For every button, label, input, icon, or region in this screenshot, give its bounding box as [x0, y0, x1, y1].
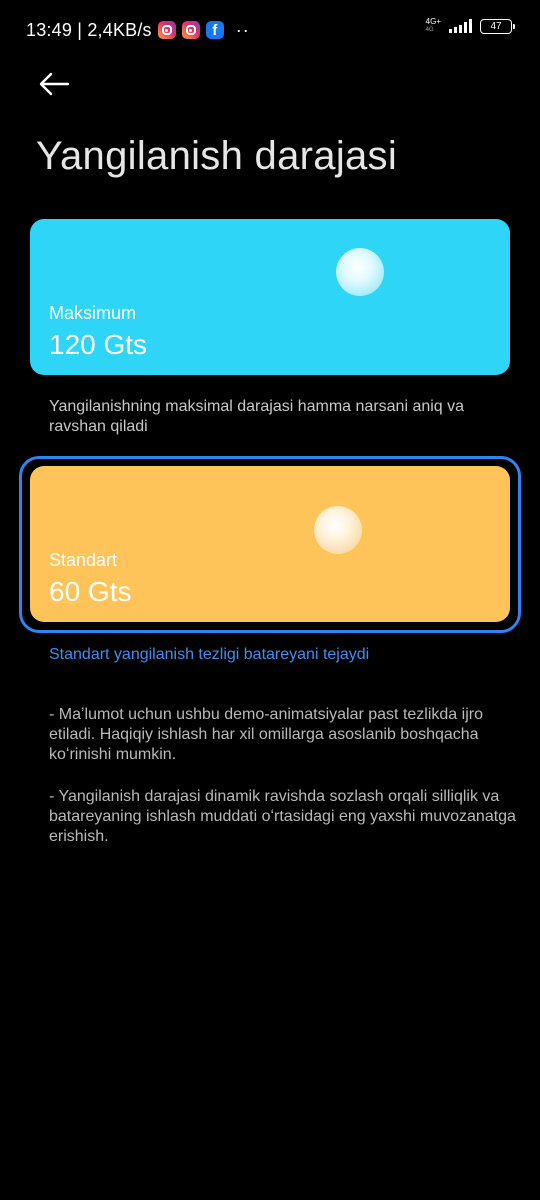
screen: 13:49 | 2,4KB/s f ·· 4G+ 4G 47 Yangilani…: [0, 0, 540, 1200]
demo-animation-ball: [314, 506, 362, 554]
refresh-rate-option-standard[interactable]: Standart 60 Gts: [30, 466, 510, 622]
signal-icon: [449, 19, 472, 33]
info-note: - Maʼlumot uchun ushbu demo-animatsiyala…: [49, 706, 483, 763]
option-label: Standart: [49, 550, 118, 570]
option-label: Maksimum: [49, 303, 137, 323]
battery-icon: 47: [480, 18, 515, 34]
battery-level: 47: [490, 20, 502, 32]
facebook-icon: f: [205, 21, 224, 39]
status-time: 13:49 | 2,4KB/s: [26, 19, 152, 40]
instagram-icon: [157, 21, 176, 39]
notification-icons: f: [157, 21, 224, 39]
info-note: - Yangilanish darajasi dinamik ravishda …: [49, 788, 516, 845]
instagram-icon: [181, 21, 200, 39]
page-title: Yangilanish darajasi: [36, 134, 398, 178]
option-description-standard: Standart yangilanish tezligi batareyani …: [49, 646, 370, 663]
network-type-bottom: 4G: [425, 27, 434, 33]
refresh-rate-option-maximum[interactable]: Maksimum 120 Gts: [30, 219, 510, 375]
network-type-top: 4G+: [425, 17, 441, 26]
more-notifications-icon: ··: [235, 19, 250, 40]
option-value: 120 Gts: [49, 329, 148, 360]
status-right: 4G+ 4G 47: [426, 18, 515, 34]
network-type: 4G+ 4G: [426, 18, 441, 34]
option-value: 60 Gts: [49, 576, 132, 607]
status-bar: 13:49 | 2,4KB/s f ·· 4G+ 4G 47: [0, 0, 540, 60]
option-description-maximum: Yangilanishning maksimal darajasi hamma …: [49, 398, 465, 435]
demo-animation-ball: [336, 248, 384, 296]
arrow-left-icon: [39, 72, 70, 96]
back-button[interactable]: [38, 68, 74, 100]
